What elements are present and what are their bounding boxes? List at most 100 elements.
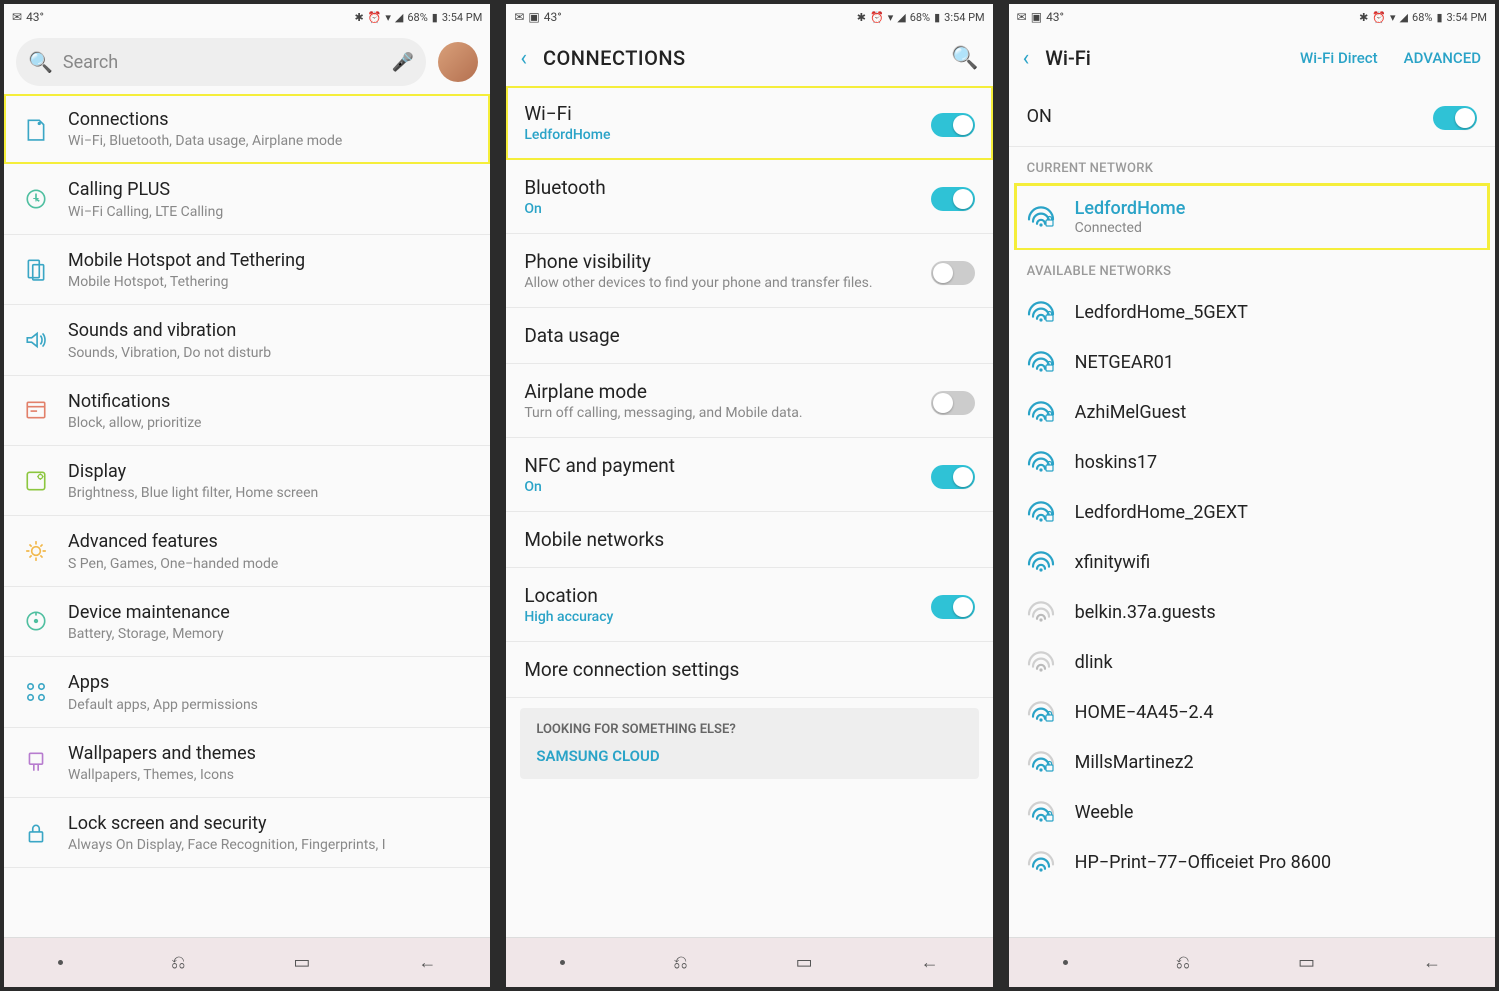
nav-back[interactable]: ← (418, 952, 436, 973)
toggle[interactable] (931, 261, 975, 285)
settings-item-adv[interactable]: Advanced featuresS Pen, Games, One−hande… (4, 516, 490, 586)
search-bar[interactable]: 🔍 Search 🎤 (16, 38, 426, 86)
wifi-network[interactable]: LedfordHome_5GEXT (1009, 287, 1495, 337)
card-link[interactable]: SAMSUNG CLOUD (536, 747, 962, 765)
battery-icon: ▮ (934, 11, 940, 24)
settings-item-calling[interactable]: +Calling PLUSWi−Fi Calling, LTE Calling (4, 164, 490, 234)
connections-icon (22, 115, 50, 143)
back-button[interactable]: ‹ (1023, 46, 1030, 71)
wifi-network[interactable]: HP−Print−77−Officeiet Pro 8600 (1009, 837, 1495, 887)
status-time: 3:54 PM (944, 11, 984, 24)
wifi-on-row[interactable]: ON (1009, 86, 1495, 147)
item-title: Notifications (68, 390, 474, 413)
wifi-signal-icon (1027, 651, 1055, 673)
wifi-network[interactable]: Weeble (1009, 787, 1495, 837)
conn-item-5[interactable]: NFC and paymentOn (506, 438, 992, 512)
conn-item-2[interactable]: Phone visibilityAllow other devices to f… (506, 234, 992, 308)
wifi-network[interactable]: NETGEAR01 (1009, 337, 1495, 387)
settings-item-wall[interactable]: Wallpapers and themesWallpapers, Themes,… (4, 728, 490, 798)
profile-avatar[interactable] (438, 42, 478, 82)
nav-home[interactable]: ▭ (796, 952, 813, 973)
conn-item-8[interactable]: More connection settings (506, 642, 992, 698)
display-icon (22, 467, 50, 495)
status-bar: ✉ 43° ✱ ⏰ ▾ ◢ 68% ▮ 3:54 PM (4, 4, 490, 30)
nav-recents[interactable]: ⎌ (673, 952, 687, 973)
phone-settings: ✉ 43° ✱ ⏰ ▾ ◢ 68% ▮ 3:54 PM 🔍 Search 🎤 C… (0, 0, 494, 991)
toggle[interactable] (931, 391, 975, 415)
wifi-network[interactable]: xfinitywifi (1009, 537, 1495, 587)
toggle[interactable] (931, 595, 975, 619)
calling-icon: + (22, 185, 50, 213)
conn-item-3[interactable]: Data usage (506, 308, 992, 364)
wifi-toggle[interactable] (1433, 106, 1477, 130)
settings-item-apps[interactable]: AppsDefault apps, App permissions (4, 657, 490, 727)
settings-item-notif[interactable]: NotificationsBlock, allow, prioritize (4, 376, 490, 446)
wifi-list: CURRENT NETWORKLedfordHomeConnectedAVAIL… (1009, 147, 1495, 937)
settings-item-connections[interactable]: ConnectionsWi−Fi, Bluetooth, Data usage,… (4, 94, 490, 164)
item-title: Lock screen and security (68, 812, 474, 835)
alarm-icon: ⏰ (870, 11, 884, 24)
available-networks-header: AVAILABLE NETWORKS (1009, 250, 1495, 287)
toggle[interactable] (931, 465, 975, 489)
nav-dot (1063, 960, 1068, 965)
conn-item-1[interactable]: BluetoothOn (506, 160, 992, 234)
nav-recents[interactable]: ⎌ (171, 952, 185, 973)
bluetooth-icon: ✱ (857, 11, 866, 24)
item-sub: Allow other devices to find your phone a… (524, 275, 916, 291)
wifi-name: xfinitywifi (1075, 552, 1151, 573)
wifi-current[interactable]: LedfordHomeConnected (1015, 184, 1489, 250)
apps-icon (22, 678, 50, 706)
wifi-name: NETGEAR01 (1075, 352, 1174, 373)
mic-icon[interactable]: 🎤 (392, 52, 414, 73)
wifi-network[interactable]: hoskins17 (1009, 437, 1495, 487)
conn-item-6[interactable]: Mobile networks (506, 512, 992, 568)
alarm-icon: ⏰ (368, 11, 382, 24)
item-sub: Wallpapers, Themes, Icons (68, 767, 474, 783)
status-temp: 43° (544, 10, 562, 24)
item-sub: Brightness, Blue light filter, Home scre… (68, 485, 474, 501)
gallery-icon: ▣ (1031, 10, 1042, 24)
connections-list: Wi−FiLedfordHomeBluetoothOnPhone visibil… (506, 86, 992, 937)
status-temp: 43° (1046, 10, 1064, 24)
nav-back[interactable]: ← (921, 952, 939, 973)
wifi-direct-button[interactable]: Wi-Fi Direct (1300, 49, 1378, 67)
nav-back[interactable]: ← (1423, 952, 1441, 973)
wifi-network[interactable]: MillsMartinez2 (1009, 737, 1495, 787)
battery-icon: ▮ (1436, 11, 1442, 24)
wifi-network[interactable]: HOME−4A45−2.4 (1009, 687, 1495, 737)
toggle[interactable] (931, 187, 975, 211)
wifi-network[interactable]: belkin.37a.guests (1009, 587, 1495, 637)
advanced-button[interactable]: ADVANCED (1404, 49, 1481, 67)
nav-home[interactable]: ▭ (293, 952, 310, 973)
settings-item-sound[interactable]: Sounds and vibrationSounds, Vibration, D… (4, 305, 490, 375)
item-title: Connections (68, 108, 474, 131)
settings-item-display[interactable]: DisplayBrightness, Blue light filter, Ho… (4, 446, 490, 516)
toggle[interactable] (931, 113, 975, 137)
nav-recents[interactable]: ⎌ (1176, 952, 1190, 973)
status-bar: ✉ ▣ 43° ✱ ⏰ ▾ ◢ 68% ▮ 3:54 PM (1009, 4, 1495, 30)
item-title: Data usage (524, 324, 974, 347)
back-button[interactable]: ‹ (520, 46, 527, 71)
battery-pct: 68% (407, 11, 427, 24)
wifi-network[interactable]: dlink (1009, 637, 1495, 687)
settings-item-maint[interactable]: Device maintenanceBattery, Storage, Memo… (4, 587, 490, 657)
wifi-signal-icon (1027, 501, 1055, 523)
search-icon[interactable]: 🔍 (951, 46, 978, 71)
conn-item-7[interactable]: LocationHigh accuracy (506, 568, 992, 642)
nav-bar: ⎌ ▭ ← (1009, 937, 1495, 987)
conn-item-4[interactable]: Airplane modeTurn off calling, messaging… (506, 364, 992, 438)
item-sub: Turn off calling, messaging, and Mobile … (524, 405, 916, 421)
wifi-network[interactable]: LedfordHome_2GEXT (1009, 487, 1495, 537)
signal-icon: ◢ (395, 11, 403, 24)
status-temp: 43° (26, 10, 44, 24)
item-sub: On (524, 479, 916, 495)
settings-item-hotspot[interactable]: Mobile Hotspot and TetheringMobile Hotsp… (4, 235, 490, 305)
settings-item-lock[interactable]: Lock screen and securityAlways On Displa… (4, 798, 490, 868)
nav-home[interactable]: ▭ (1298, 952, 1315, 973)
item-title: Apps (68, 671, 474, 694)
conn-item-0[interactable]: Wi−FiLedfordHome (506, 86, 992, 160)
item-sub: Battery, Storage, Memory (68, 626, 474, 642)
phone-connections: ✉ ▣ 43° ✱ ⏰ ▾ ◢ 68% ▮ 3:54 PM ‹ CONNECTI… (502, 0, 996, 991)
wifi-network[interactable]: AzhiMelGuest (1009, 387, 1495, 437)
item-title: Mobile Hotspot and Tethering (68, 249, 474, 272)
